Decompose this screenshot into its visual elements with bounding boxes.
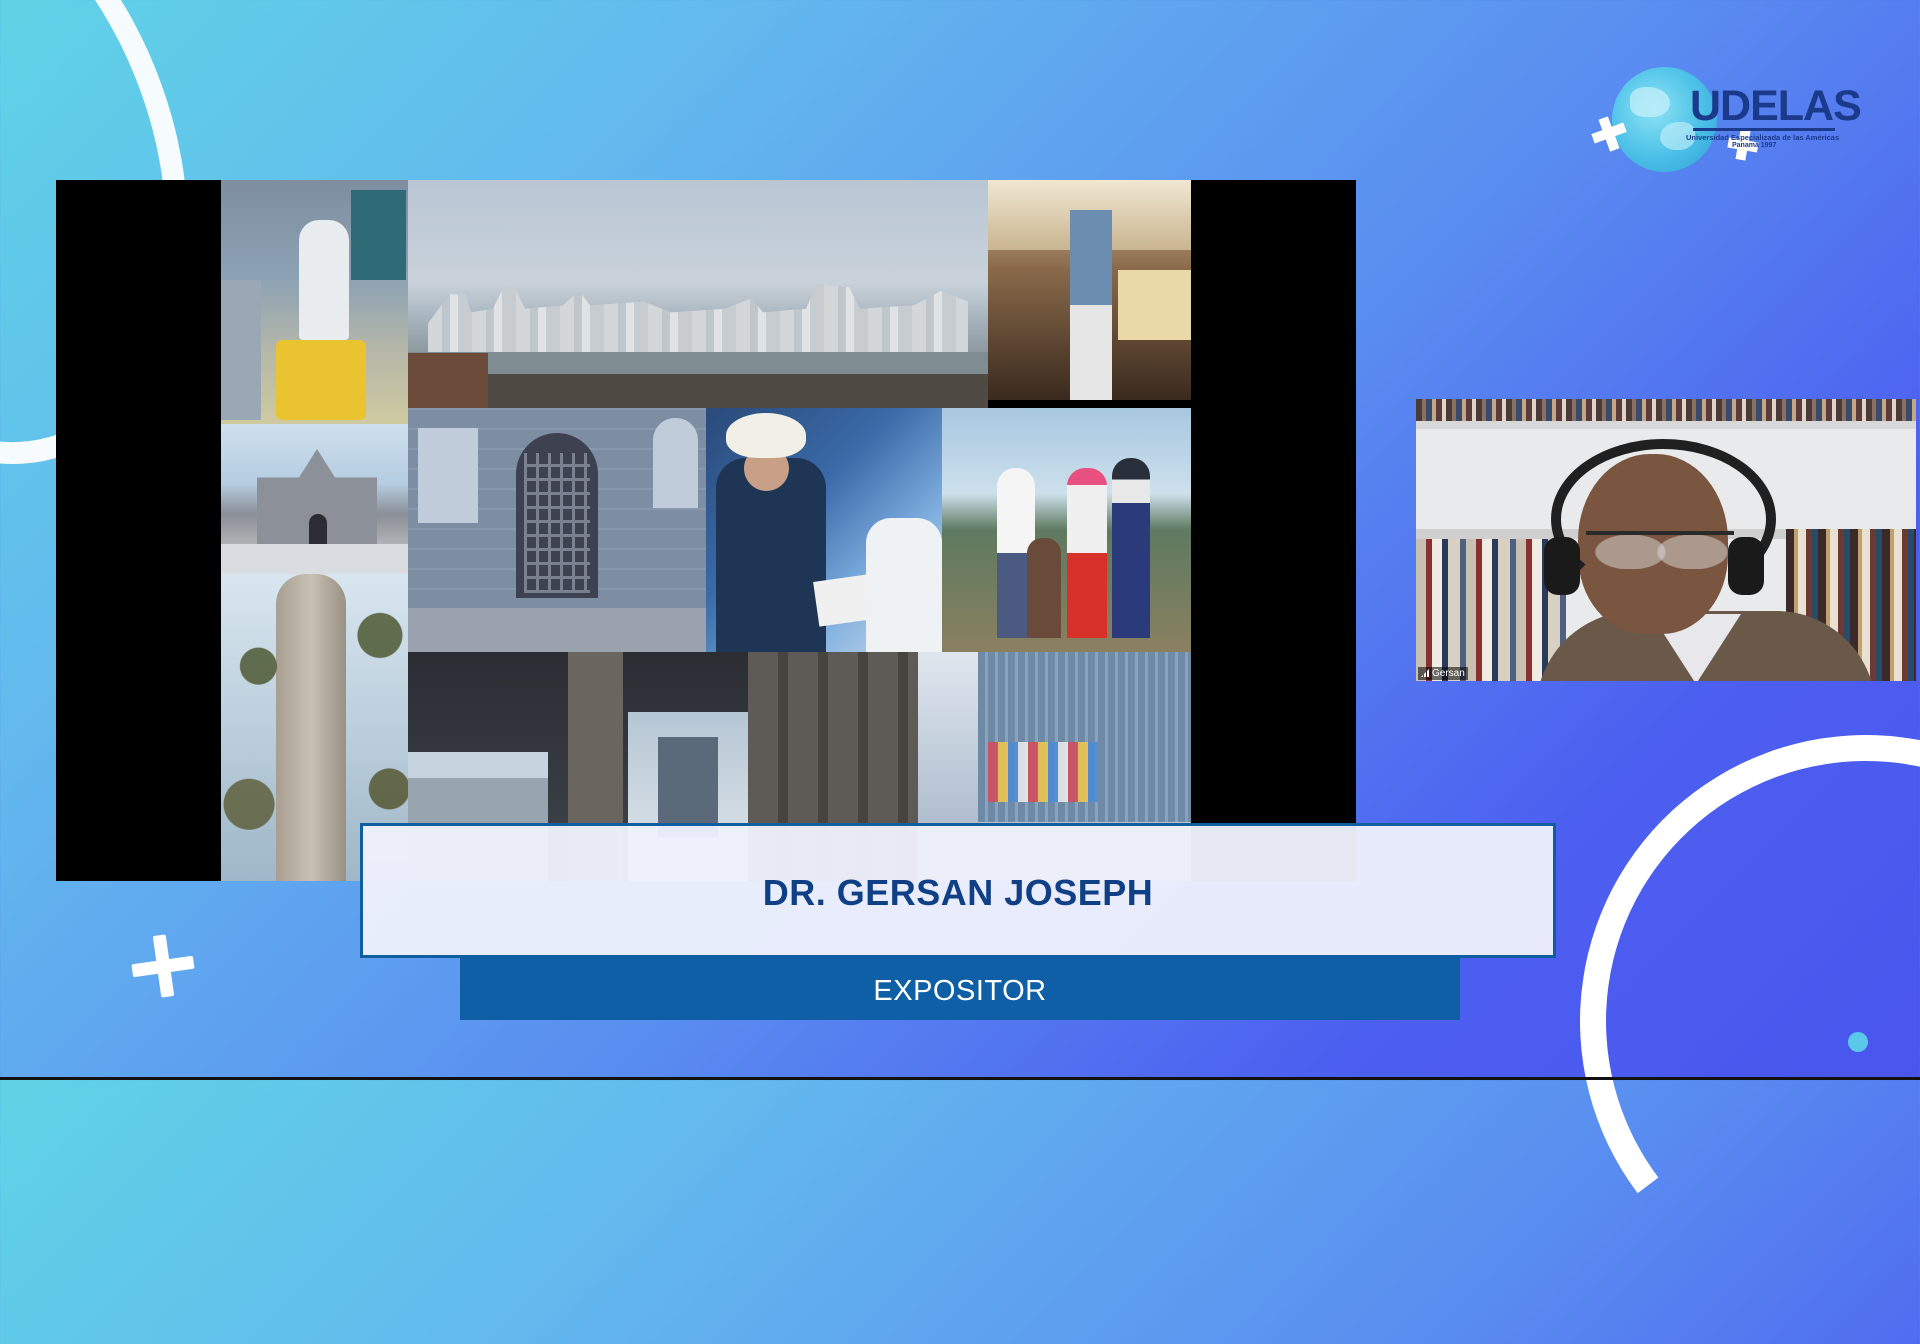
collage-photo-skyline [408, 180, 988, 408]
shared-screen [56, 180, 1356, 881]
photo-collage [221, 180, 1191, 881]
logo-subtitle: Universidad Especializada de las América… [1686, 133, 1840, 142]
logo-year: Panamá 1997 [1732, 142, 1777, 149]
participant-name: Gersan [1432, 668, 1465, 679]
presenter-role: EXPOSITOR [873, 975, 1047, 1007]
collage-photo-stone-doorway [408, 408, 706, 652]
collage-photo-vendor [221, 180, 408, 424]
presenter-role-banner: EXPOSITOR [460, 958, 1460, 1020]
udelas-watermark-icon [1848, 1030, 1892, 1056]
logo-wordmark: UDELAS [1690, 82, 1862, 130]
participant-video[interactable]: Gersan [1416, 399, 1916, 681]
udelas-logo: UDELAS Universidad Especializada de las … [1590, 62, 1862, 182]
collage-photo-group-tour [706, 408, 942, 652]
presenter-name-banner: DR. GERSAN JOSEPH [360, 823, 1556, 958]
presenter-name: DR. GERSAN JOSEPH [762, 872, 1154, 913]
signal-strength-icon [1421, 669, 1429, 677]
collage-photo-family [942, 408, 1191, 652]
background-arc-right [1542, 697, 1920, 1344]
participant-name-tag: Gersan [1418, 667, 1468, 680]
collage-photo-church [221, 424, 408, 574]
collage-photo-concert [988, 180, 1191, 400]
plus-decoration-icon [131, 934, 195, 998]
